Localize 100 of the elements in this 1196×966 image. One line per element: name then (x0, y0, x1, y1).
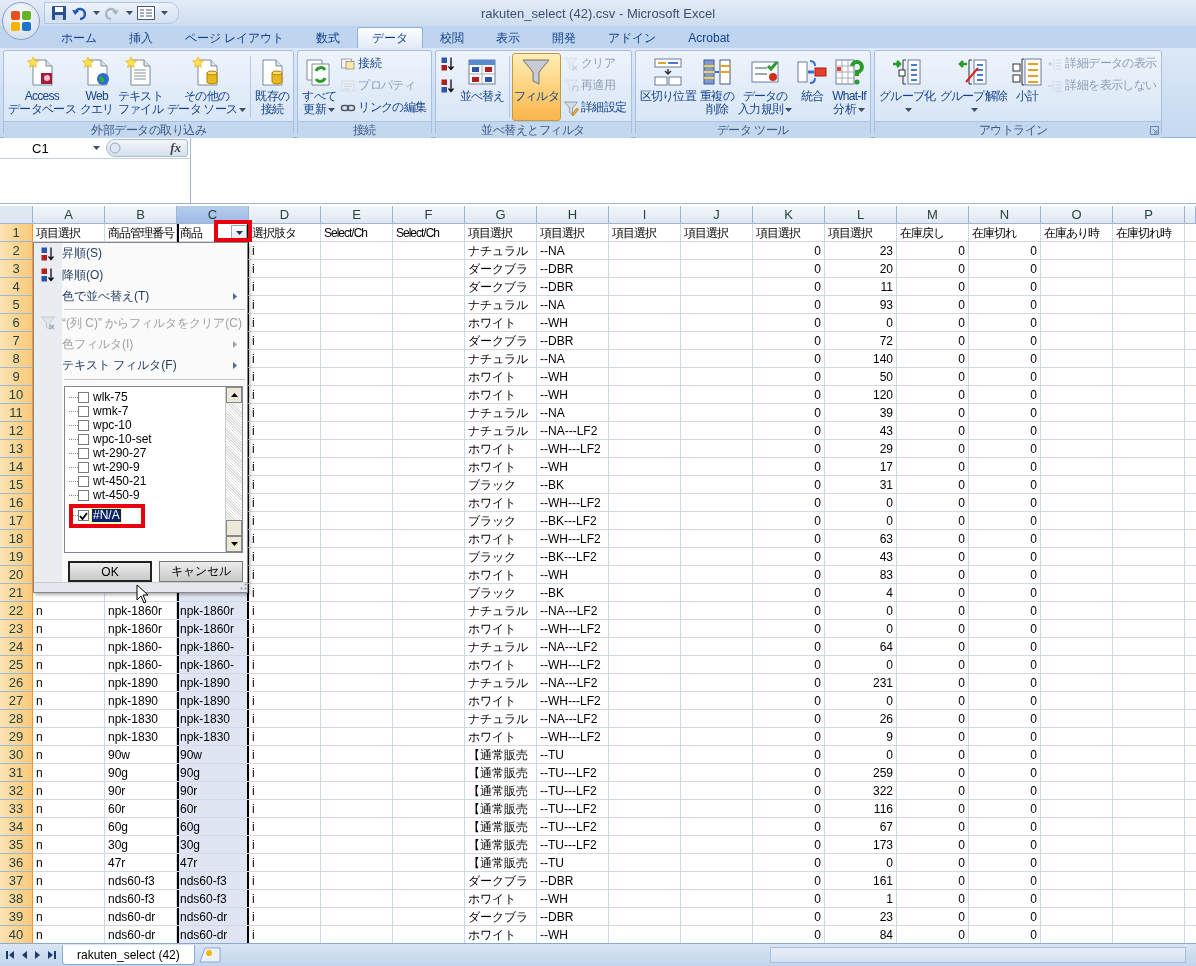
undo-icon[interactable] (71, 5, 87, 21)
dialog-launcher-icon[interactable] (1149, 125, 1159, 135)
column-header[interactable]: H (537, 206, 609, 224)
checkbox[interactable] (78, 462, 89, 474)
ribbon-tab[interactable]: 数式 (301, 27, 356, 48)
row-header[interactable]: 18 (0, 530, 33, 548)
row-header[interactable]: 5 (0, 296, 33, 314)
row-header[interactable]: 31 (0, 764, 33, 782)
row-header[interactable]: 6 (0, 314, 33, 332)
menu-item[interactable]: 昇順(S) (34, 243, 247, 265)
row-header[interactable]: 4 (0, 278, 33, 296)
column-header[interactable]: M (897, 206, 969, 224)
row-header[interactable]: 12 (0, 422, 33, 440)
column-header[interactable]: G (465, 206, 537, 224)
row-header[interactable]: 9 (0, 368, 33, 386)
ribbon-button[interactable]: 既存の 接続 (253, 53, 292, 121)
row-header[interactable]: 36 (0, 854, 33, 872)
first-sheet-icon[interactable] (6, 951, 14, 959)
ribbon-button[interactable]: 重複の 削除 (698, 53, 736, 121)
list-item[interactable]: wlk-75 (92, 391, 129, 405)
ribbon-tab[interactable]: データ (357, 27, 424, 48)
sheet-tab[interactable]: rakuten_select (42) (62, 945, 195, 965)
ribbon-button[interactable]: データの 入力規則 (736, 53, 795, 121)
row-header[interactable]: 2 (0, 242, 33, 260)
horizontal-scrollbar[interactable] (770, 947, 1186, 963)
row-header[interactable]: 15 (0, 476, 33, 494)
scrollbar[interactable] (225, 386, 242, 553)
ribbon-button[interactable]: グループ解除 (937, 53, 1010, 121)
list-item[interactable]: wt-450-9 (92, 489, 141, 503)
form-icon[interactable] (137, 6, 155, 20)
column-header[interactable]: J (681, 206, 753, 224)
office-button[interactable] (2, 2, 40, 40)
row-header[interactable]: 1 (0, 224, 33, 242)
row-header[interactable]: 27 (0, 692, 33, 710)
column-header[interactable]: P (1113, 206, 1185, 224)
row-header[interactable]: 25 (0, 656, 33, 674)
row-header[interactable]: 7 (0, 332, 33, 350)
save-icon[interactable] (51, 5, 67, 21)
ribbon-button[interactable]: 区切り位置 (637, 53, 699, 121)
resize-grip-icon[interactable] (239, 583, 247, 592)
column-header[interactable]: A (33, 206, 105, 224)
row-header[interactable]: 35 (0, 836, 33, 854)
column-header[interactable]: F (393, 206, 465, 224)
dialog-button[interactable]: OK (68, 561, 152, 583)
checkbox[interactable] (78, 476, 89, 488)
checkbox[interactable] (78, 434, 89, 446)
insert-function-button[interactable]: fx (170, 140, 181, 156)
row-header[interactable]: 11 (0, 404, 33, 422)
row-header[interactable]: 32 (0, 782, 33, 800)
row-header[interactable]: 30 (0, 746, 33, 764)
list-item[interactable]: wt-290-9 (92, 461, 141, 475)
ribbon-button[interactable]: リンクの編集 (338, 97, 429, 118)
column-header[interactable]: D (249, 206, 321, 224)
row-header[interactable]: 20 (0, 566, 33, 584)
scroll-up-icon[interactable] (230, 392, 238, 397)
row-header[interactable]: 34 (0, 818, 33, 836)
next-sheet-icon[interactable] (34, 951, 42, 959)
ribbon-tab[interactable]: ホーム (46, 27, 112, 48)
list-item[interactable]: #N/A (92, 509, 121, 523)
ribbon-tab[interactable]: 挿入 (114, 27, 168, 48)
list-item[interactable]: wt-450-21 (92, 475, 148, 489)
ribbon-button[interactable]: Access データベース (6, 53, 78, 121)
column-header[interactable]: C (177, 206, 249, 224)
column-header[interactable]: K (753, 206, 825, 224)
ribbon-tab[interactable]: 表示 (481, 27, 536, 48)
ribbon-button[interactable]: 小計 (1009, 53, 1046, 121)
checkbox[interactable] (78, 510, 89, 522)
column-header[interactable]: N (969, 206, 1041, 224)
ribbon-button[interactable]: Web クエリ (77, 53, 116, 121)
ribbon-button[interactable]: 詳細設定 (561, 97, 629, 118)
row-header[interactable]: 39 (0, 908, 33, 926)
row-header[interactable]: 17 (0, 512, 33, 530)
ribbon-button[interactable]: フィルタ (511, 53, 561, 121)
column-header[interactable]: B (105, 206, 177, 224)
list-item[interactable]: wt-290-27 (92, 447, 148, 461)
ribbon-tab[interactable]: 校閲 (425, 27, 480, 48)
checkbox[interactable] (78, 392, 89, 404)
row-header[interactable]: 40 (0, 926, 33, 944)
column-header[interactable]: I (609, 206, 681, 224)
list-item[interactable]: wpc-10-set (92, 433, 153, 447)
column-header[interactable]: O (1041, 206, 1113, 224)
list-item[interactable]: wmk-7 (92, 405, 130, 419)
ribbon-button[interactable]: その他の データ ソース (164, 53, 249, 121)
list-item[interactable]: wpc-10 (92, 419, 133, 433)
row-header[interactable]: 16 (0, 494, 33, 512)
checkbox[interactable] (78, 406, 89, 418)
row-header[interactable]: 26 (0, 674, 33, 692)
scrollbar-thumb[interactable] (226, 520, 242, 537)
row-header[interactable]: 24 (0, 638, 33, 656)
ribbon-tab[interactable]: 開発 (537, 27, 592, 48)
expand-handle-icon[interactable] (109, 142, 121, 154)
row-header[interactable]: 21 (0, 584, 33, 602)
ribbon-button[interactable]: 統合 (794, 53, 831, 121)
column-header[interactable]: L (825, 206, 897, 224)
ribbon-tab[interactable]: Acrobat (673, 27, 745, 48)
dialog-button[interactable]: キャンセル (159, 561, 243, 583)
row-header[interactable]: 3 (0, 260, 33, 278)
row-header[interactable]: 8 (0, 350, 33, 368)
row-header[interactable]: 33 (0, 800, 33, 818)
row-header[interactable]: 10 (0, 386, 33, 404)
